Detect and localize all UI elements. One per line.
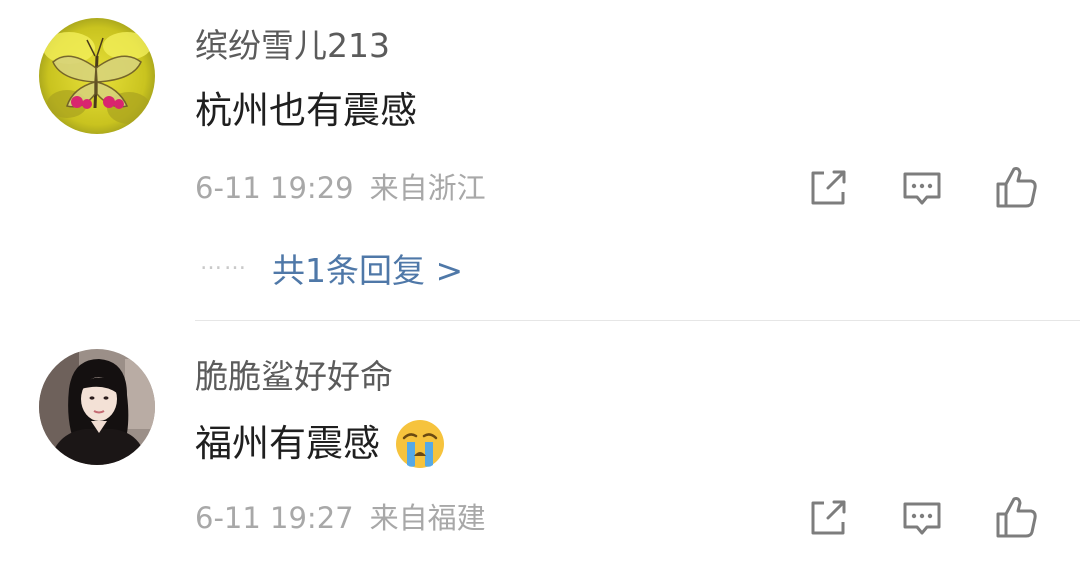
avatar-image: [39, 349, 155, 465]
comment-meta: 6-11 19:29 来自浙江: [195, 170, 486, 206]
comment-item: 缤纷雪儿213 杭州也有震感 6-11 19:29 来自浙江 …… 共1条回复 >: [0, 0, 1080, 320]
username[interactable]: 脆脆鲨好好命: [195, 357, 393, 397]
comment-text: 杭州也有震感: [195, 88, 417, 134]
username[interactable]: 缤纷雪儿213: [195, 26, 390, 66]
crying-face-emoji: [394, 418, 446, 470]
like-button[interactable]: [992, 492, 1040, 540]
share-button[interactable]: [804, 164, 852, 212]
comment-text-value: 福州有震感: [195, 422, 380, 465]
share-button[interactable]: [804, 494, 852, 542]
comment-time: 6-11 19:29: [195, 171, 354, 205]
comment-icon: [903, 172, 941, 205]
comment-button[interactable]: [898, 164, 946, 212]
comment-location: 来自浙江: [369, 171, 486, 205]
like-icon: [996, 497, 1037, 538]
share-icon: [811, 170, 846, 205]
reply-summary: …… 共1条回复 >: [200, 244, 463, 292]
like-icon: [996, 167, 1037, 208]
like-button[interactable]: [992, 162, 1040, 210]
comment-icon: [903, 502, 941, 535]
comment-location: 来自福建: [369, 501, 486, 535]
comment-text-value: 杭州也有震感: [195, 89, 417, 132]
avatar[interactable]: [39, 349, 155, 465]
reply-dots: ……: [200, 249, 248, 275]
avatar-image: [39, 18, 155, 134]
comment-time: 6-11 19:27: [195, 501, 354, 535]
share-icon: [811, 500, 846, 535]
avatar[interactable]: [39, 18, 155, 134]
comment-button[interactable]: [898, 494, 946, 542]
comment-meta: 6-11 19:27 来自福建: [195, 500, 486, 536]
view-replies-link[interactable]: 共1条回复 >: [272, 244, 463, 292]
comment-text: 福州有震感: [195, 418, 446, 470]
comment-item: 脆脆鲨好好命 福州有震感 6-11 19:27 来自福建: [0, 321, 1080, 561]
